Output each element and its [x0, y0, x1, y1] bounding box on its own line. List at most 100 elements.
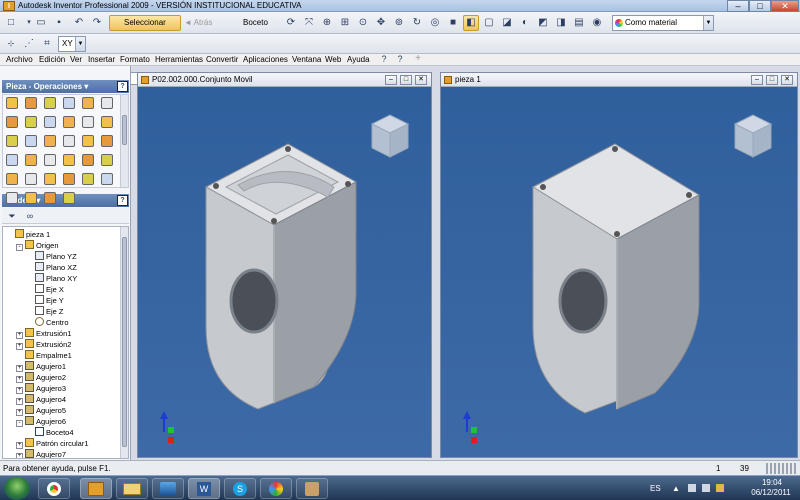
filter-icon[interactable]: ⏷: [4, 208, 20, 224]
help-topics-icon[interactable]: ?: [376, 51, 392, 67]
add-icon[interactable]: +: [410, 51, 426, 67]
shadow-icon[interactable]: ◐: [517, 15, 533, 31]
tree-node[interactable]: Eje Y: [26, 295, 64, 306]
tree-node[interactable]: + Agujero3: [16, 383, 66, 394]
graphics-viewport-right[interactable]: [441, 87, 797, 457]
wireframe-display-icon[interactable]: ▢: [481, 15, 497, 31]
doc-close-button[interactable]: ✕: [781, 75, 793, 85]
thread-tool-icon[interactable]: [44, 192, 56, 204]
features-scrollbar[interactable]: [120, 95, 128, 187]
zoom-all-icon[interactable]: ⊕: [319, 15, 335, 31]
flag-icon[interactable]: [716, 484, 724, 492]
mirror-tool-icon[interactable]: [25, 135, 37, 147]
sweep-tool-icon[interactable]: [6, 116, 18, 128]
hole-tool-icon[interactable]: [44, 173, 56, 185]
menu-edicion[interactable]: Edición: [39, 55, 65, 64]
grid-icon[interactable]: ⊹: [3, 36, 19, 52]
tree-node[interactable]: Empalme1: [16, 350, 72, 361]
language-indicator[interactable]: ES: [650, 484, 661, 493]
rect-pattern-tool-icon[interactable]: [44, 135, 56, 147]
select-button[interactable]: Seleccionar: [109, 15, 181, 31]
tree-scrollbar[interactable]: [120, 227, 128, 458]
doc-minimize-button[interactable]: –: [751, 75, 763, 85]
tree-node[interactable]: + Agujero7: [16, 449, 66, 458]
dimension-icon[interactable]: ⌗: [39, 36, 55, 52]
coordinate-system-select[interactable]: XY ▼: [58, 36, 86, 52]
tree-node[interactable]: + Extrusión2: [16, 339, 71, 350]
tree-node[interactable]: - Origen: [16, 240, 59, 251]
revolve-tool-icon[interactable]: [25, 97, 37, 109]
chamfer-tool-icon[interactable]: [82, 116, 94, 128]
tree-node[interactable]: + Agujero5: [16, 405, 66, 416]
fillet-tool-icon[interactable]: [63, 192, 75, 204]
paint-taskbar-icon[interactable]: [260, 478, 292, 499]
menu-formato[interactable]: Formato: [120, 55, 150, 64]
expand-icon[interactable]: +: [16, 332, 23, 339]
rib-tool-icon[interactable]: [82, 97, 94, 109]
collapse-icon[interactable]: -: [16, 420, 23, 427]
emboss-tool-icon[interactable]: [63, 154, 75, 166]
viewcube[interactable]: [733, 114, 773, 158]
point-tool-icon[interactable]: [6, 154, 18, 166]
tree-node[interactable]: Eje Z: [26, 306, 64, 317]
shell-tool-icon[interactable]: [63, 97, 75, 109]
help-icon[interactable]: ?: [117, 195, 128, 206]
update-icon[interactable]: ⟳: [283, 15, 299, 31]
extrude-tool-icon[interactable]: [6, 173, 18, 185]
find-binoculars-icon[interactable]: ∞: [22, 208, 38, 224]
zoom-window-icon[interactable]: ⊞: [337, 15, 353, 31]
rib-tool-icon[interactable]: [82, 173, 94, 185]
menu-ayuda[interactable]: Ayuda: [347, 55, 370, 64]
word-taskbar-icon[interactable]: W: [188, 478, 220, 499]
menu-ver[interactable]: Ver: [70, 55, 82, 64]
end-section-icon[interactable]: ▤: [571, 15, 587, 31]
face-draft-tool-icon[interactable]: [101, 116, 113, 128]
help-icon[interactable]: ?: [117, 81, 128, 92]
skype-taskbar-icon[interactable]: S: [224, 478, 256, 499]
extrude-tool-icon[interactable]: [6, 97, 18, 109]
tree-node[interactable]: + Agujero1: [16, 361, 66, 372]
tree-node[interactable]: - Agujero6: [16, 416, 66, 427]
clock-date[interactable]: 06/12/2011: [748, 488, 794, 497]
tree-node[interactable]: pieza 1: [6, 229, 50, 240]
expand-icon[interactable]: +: [16, 398, 23, 405]
sheet-tool-icon[interactable]: [101, 154, 113, 166]
tree-node[interactable]: + Agujero4: [16, 394, 66, 405]
document-title-bar[interactable]: P02.002.000.Conjunto Movil – □ ✕: [138, 73, 431, 87]
undo-icon[interactable]: ↶: [71, 15, 87, 31]
tree-node[interactable]: Plano XZ: [26, 262, 77, 273]
fillet-tool-icon[interactable]: [63, 116, 75, 128]
axis-tool-icon[interactable]: [101, 135, 113, 147]
coil-tool-icon[interactable]: [25, 192, 37, 204]
tree-node[interactable]: Plano YZ: [26, 251, 77, 262]
ucs-tool-icon[interactable]: [25, 154, 37, 166]
camera-icon[interactable]: ◉: [589, 15, 605, 31]
expand-icon[interactable]: +: [16, 376, 23, 383]
new-file-icon[interactable]: □: [3, 15, 19, 31]
viewcube[interactable]: [370, 114, 410, 158]
loft-tool-icon[interactable]: [101, 173, 113, 185]
plane-tool-icon[interactable]: [82, 135, 94, 147]
tray-expand-icon[interactable]: ▲: [672, 484, 680, 493]
look-at-icon[interactable]: ◎: [427, 15, 443, 31]
open-folder-icon[interactable]: ▭: [33, 15, 49, 31]
perspective-icon[interactable]: ◪: [499, 15, 515, 31]
features-panel-header[interactable]: Pieza - Operaciones ▾ ?: [2, 80, 129, 93]
derive-tool-icon[interactable]: [44, 154, 56, 166]
tree-node[interactable]: + Extrusión1: [16, 328, 71, 339]
maximize-button[interactable]: □: [749, 0, 771, 12]
redo-icon[interactable]: ↷: [89, 15, 105, 31]
menu-web[interactable]: Web: [325, 55, 341, 64]
doc-restore-button[interactable]: □: [400, 75, 412, 85]
zoom-icon[interactable]: ⊙: [355, 15, 371, 31]
section-view-icon[interactable]: ◩: [535, 15, 551, 31]
shaded-display-icon[interactable]: ■: [445, 15, 461, 31]
zoom-selected-icon[interactable]: ⊚: [391, 15, 407, 31]
part-model-assembly[interactable]: [204, 143, 358, 410]
menu-convertir[interactable]: Convertir: [206, 55, 238, 64]
inventor-taskbar-icon[interactable]: [80, 478, 112, 499]
sweep-tool-icon[interactable]: [6, 192, 18, 204]
whats-this-icon[interactable]: ?: [392, 51, 408, 67]
circ-pattern-tool-icon[interactable]: [63, 135, 75, 147]
tree-node[interactable]: Boceto4: [26, 427, 74, 438]
